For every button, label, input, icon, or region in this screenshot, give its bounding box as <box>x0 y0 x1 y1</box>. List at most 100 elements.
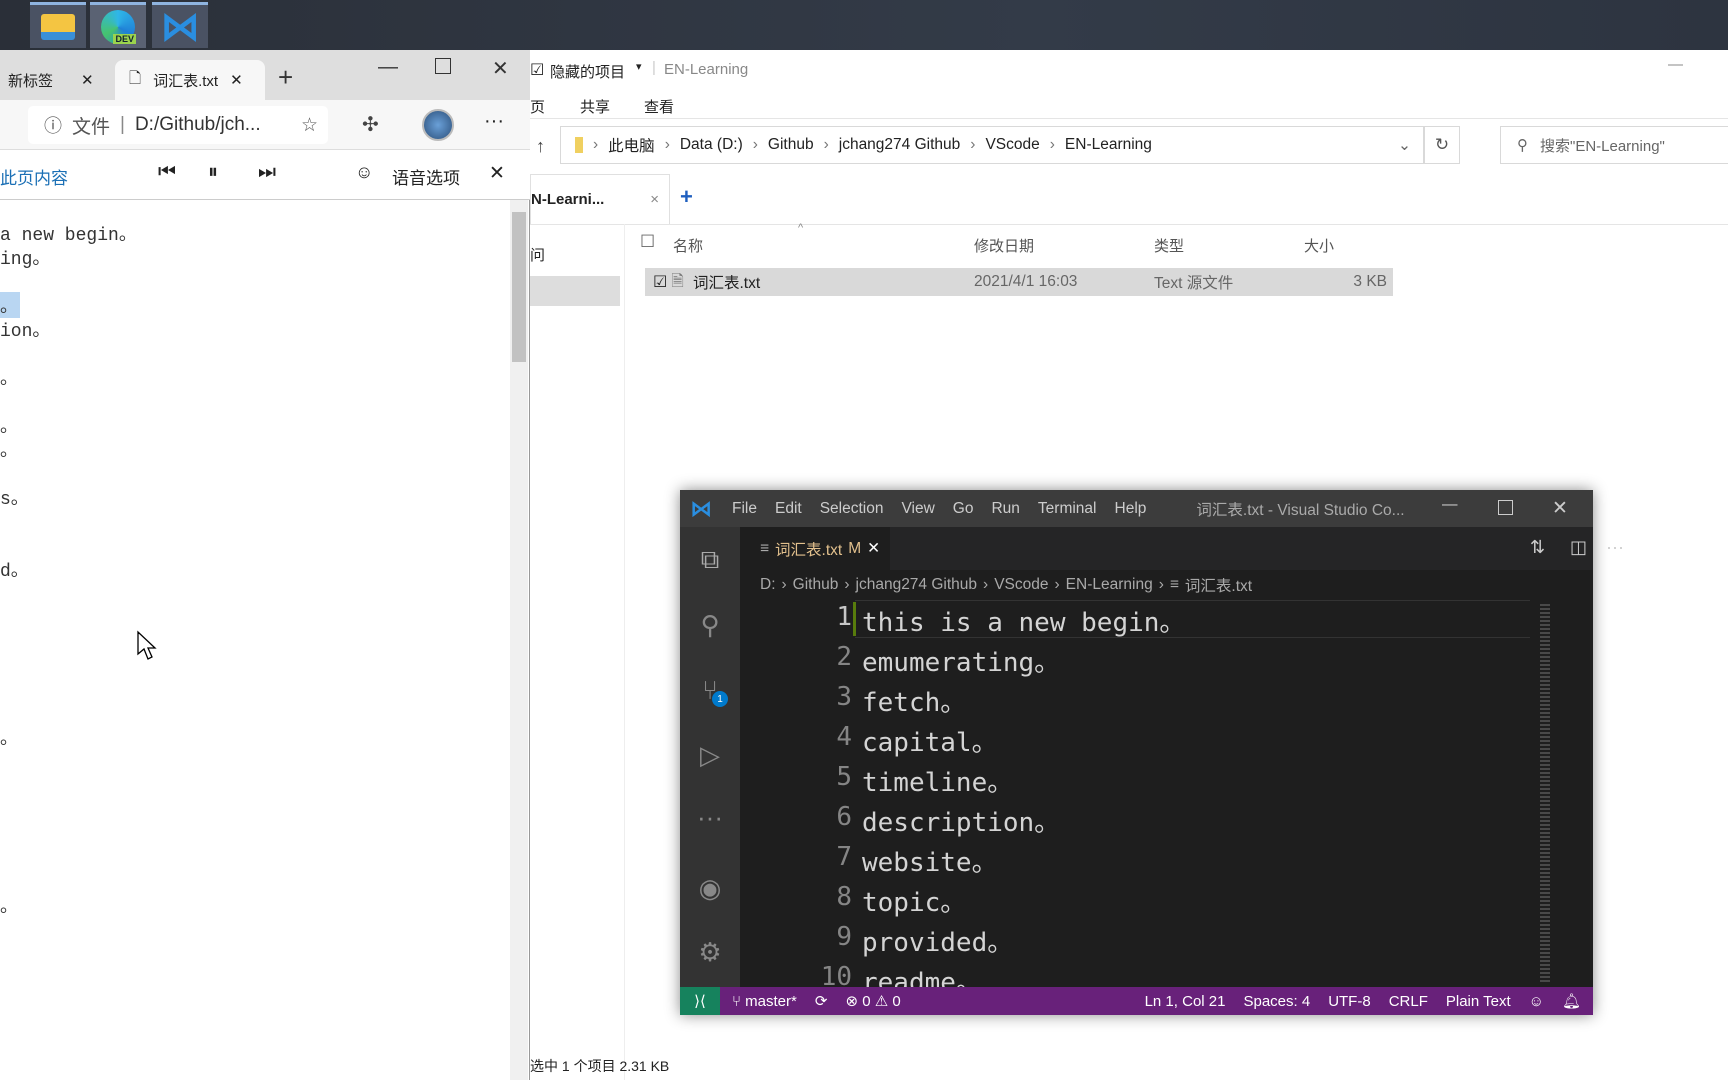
close-button[interactable]: ✕ <box>1552 497 1568 520</box>
menu-run[interactable]: Run <box>991 500 1019 518</box>
breadcrumb-item[interactable]: 词汇表.txt <box>1185 574 1252 596</box>
breadcrumb-item[interactable]: EN-Learning <box>1065 136 1152 154</box>
language-mode[interactable]: Plain Text <box>1446 993 1511 1010</box>
menu-edit[interactable]: Edit <box>775 500 802 518</box>
select-all-checkbox[interactable]: ☐ <box>640 232 655 252</box>
notifications-bell-icon[interactable]: 🔔︎ <box>1562 992 1581 1010</box>
close-tab-icon[interactable]: ✕ <box>81 71 94 89</box>
remote-icon[interactable]: ⟩⟨ <box>680 987 720 1015</box>
explorer-tab[interactable]: N-Learni... × <box>530 174 670 224</box>
window-title: EN-Learning <box>664 61 749 78</box>
problems-indicator[interactable]: ⊗ 0 ⚠ 0 <box>845 992 900 1010</box>
avatar[interactable] <box>422 109 454 141</box>
split-editor-icon[interactable]: ◫ <box>1570 537 1587 558</box>
vscode-icon[interactable]: ⋈ <box>152 2 208 49</box>
breadcrumb-item[interactable]: VScode <box>994 576 1048 594</box>
run-debug-icon[interactable]: ▷ <box>680 730 740 780</box>
new-tab-button[interactable]: + <box>680 184 693 210</box>
menu-go[interactable]: Go <box>953 500 974 518</box>
close-tab-icon[interactable]: ✕ <box>230 71 243 89</box>
minimize-button[interactable]: — <box>1442 496 1458 514</box>
file-row[interactable]: ☑ 🗎 词汇表.txt 2021/4/1 16:03 Text 源文件 3 KB <box>645 268 1393 296</box>
nav-item[interactable]: 问 <box>530 244 545 265</box>
branch-indicator[interactable]: ⑂ master* <box>732 993 797 1010</box>
extensions-more-icon[interactable]: ··· <box>680 792 740 842</box>
more-actions-icon[interactable]: ··· <box>1606 537 1624 558</box>
breadcrumb-item[interactable]: Data (D:) <box>680 136 743 154</box>
line-ending[interactable]: CRLF <box>1389 993 1428 1010</box>
breadcrumb-item[interactable]: jchang274 Github <box>839 136 961 154</box>
feedback-icon[interactable]: ☺ <box>1529 993 1544 1010</box>
nav-pane-selected[interactable] <box>530 276 620 306</box>
refresh-icon[interactable]: ↻ <box>1424 126 1460 164</box>
code-editor[interactable]: 1 this is a new begin。 2 emumerating。 3 fetch… <box>740 600 1530 987</box>
address-bar[interactable]: › 此电脑 › Data (D:) › Github › jchang274 Githu… <box>560 126 1424 164</box>
edge-dev-icon[interactable]: DEV <box>90 2 146 48</box>
search-icon[interactable]: ⚲ <box>680 600 740 650</box>
ribbon-tab-home[interactable]: 页 <box>530 96 545 117</box>
settings-gear-icon[interactable]: ⚙ <box>680 927 740 977</box>
close-read-aloud-icon[interactable]: ✕ <box>489 162 505 185</box>
maximize-button[interactable] <box>1498 500 1513 515</box>
column-modified[interactable]: 修改日期 <box>974 235 1034 256</box>
close-button[interactable]: ✕ <box>492 56 509 81</box>
row-checkbox[interactable]: ☑ <box>653 272 667 292</box>
ribbon-tab-share[interactable]: 共享 <box>580 96 610 117</box>
sync-icon[interactable]: ⟳ <box>815 992 828 1010</box>
cursor-position[interactable]: Ln 1, Col 21 <box>1145 993 1226 1010</box>
up-arrow-icon[interactable]: ↑ <box>536 136 545 157</box>
text-line: 。 <box>0 898 18 918</box>
menu-view[interactable]: View <box>901 500 934 518</box>
breadcrumb-item[interactable]: EN-Learning <box>1066 576 1153 594</box>
more-icon[interactable]: ··· <box>484 110 504 133</box>
chevron-down-icon[interactable]: ⌄ <box>1398 136 1411 155</box>
breadcrumb-item[interactable]: D: <box>760 576 776 594</box>
close-tab-icon[interactable]: ✕ <box>867 539 880 558</box>
menu-help[interactable]: Help <box>1115 500 1147 518</box>
minimap[interactable] <box>1530 600 1580 987</box>
ribbon-tab-view[interactable]: 查看 <box>644 96 674 117</box>
breadcrumb-item[interactable]: 此电脑 <box>608 134 655 156</box>
voice-options-button[interactable]: 语音选项 <box>392 164 460 189</box>
next-icon[interactable]: ⏭ <box>258 161 276 184</box>
breadcrumb-item[interactable]: VScode <box>985 136 1039 154</box>
line-number: 8 <box>836 882 852 912</box>
menu-selection[interactable]: Selection <box>820 500 884 518</box>
scrollbar[interactable] <box>510 200 528 1080</box>
file-explorer-icon[interactable] <box>30 2 86 48</box>
explorer-icon[interactable]: ⧉ <box>680 535 740 585</box>
close-tab-icon[interactable]: × <box>650 191 659 208</box>
column-name[interactable]: 名称 <box>673 235 703 256</box>
tab-vocabulary[interactable]: ≡ 词汇表.txt M ✕ <box>740 527 890 570</box>
indentation[interactable]: Spaces: 4 <box>1243 993 1310 1010</box>
encoding[interactable]: UTF-8 <box>1328 993 1371 1010</box>
breadcrumb-item[interactable]: jchang274 Github <box>856 576 978 594</box>
breadcrumb-item[interactable]: Github <box>768 136 814 154</box>
minimize-button[interactable]: — <box>378 56 398 79</box>
column-size[interactable]: 大小 <box>1304 235 1334 256</box>
new-tab-button[interactable]: + <box>278 62 293 93</box>
menu-file[interactable]: File <box>732 500 757 518</box>
favorite-add-icon[interactable]: ☆ <box>301 114 318 137</box>
minimize-button[interactable]: — <box>1668 56 1683 73</box>
file-name: 词汇表.txt <box>693 275 761 292</box>
previous-icon[interactable]: ⏮ <box>158 161 176 184</box>
text-file-icon: 🗎 <box>671 272 684 290</box>
tab-label: 新标签 <box>8 72 54 90</box>
read-aloud-bar: 此页内容 ⏮ ⏸ ⏭ ☺ 语音选项 ✕ <box>0 150 530 200</box>
open-changes-icon[interactable]: ⇅ <box>1530 537 1545 558</box>
column-type[interactable]: 类型 <box>1154 235 1184 256</box>
hidden-items-checkbox[interactable]: ☑ <box>530 60 544 80</box>
extensions-icon[interactable]: ✣ <box>362 112 379 137</box>
maximize-button[interactable] <box>435 58 451 74</box>
url-field[interactable]: ⓘ 文件 | D:/Github/jch... ☆ <box>28 106 328 144</box>
source-control-icon[interactable]: ⑂ 1 <box>680 665 740 715</box>
qat-dropdown-icon[interactable]: ▾ <box>636 60 642 73</box>
breadcrumb-item[interactable]: Github <box>793 576 839 594</box>
tab-vocabulary[interactable]: 🗋 词汇表.txt ✕ <box>115 60 265 100</box>
menu-terminal[interactable]: Terminal <box>1038 500 1097 518</box>
search-input[interactable]: ⚲ 搜索"EN-Learning" <box>1500 126 1728 164</box>
pause-icon[interactable]: ⏸ <box>208 161 218 184</box>
account-icon[interactable]: ◉ <box>680 863 740 913</box>
tab-new-tab[interactable]: 新标签 ✕ <box>8 60 108 100</box>
